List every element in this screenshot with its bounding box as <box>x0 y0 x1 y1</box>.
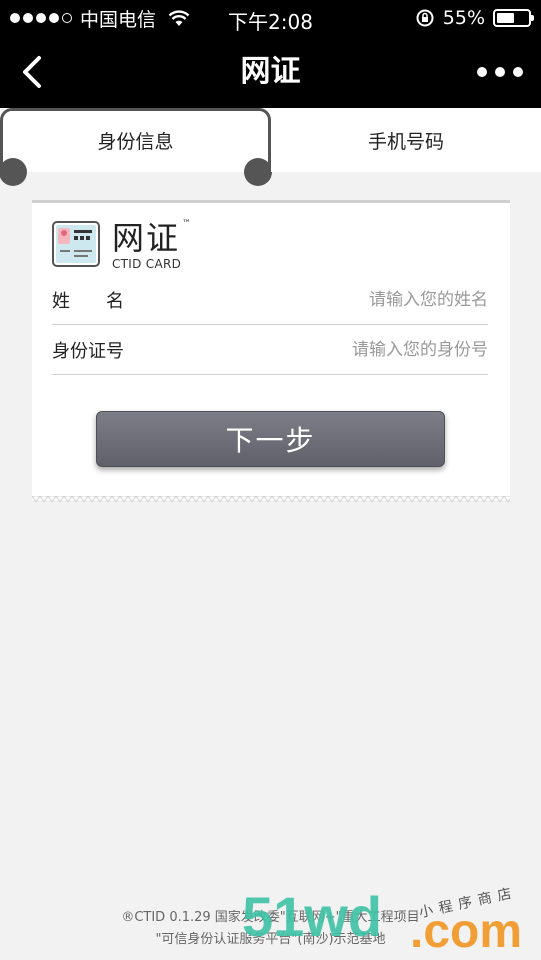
trademark: ™ <box>182 219 191 229</box>
id-card-icon <box>52 221 100 267</box>
ctid-logo: 网证 ™ CTID CARD <box>52 219 191 271</box>
watermark-logo: 51wd 小程序商店 .com <box>242 885 541 960</box>
name-field-row: 姓 名 <box>52 275 488 325</box>
next-step-button[interactable]: 下一步 <box>96 411 445 467</box>
battery-percent: 55% <box>442 7 485 29</box>
tab-bar: 身份信息 手机号码 <box>0 108 541 186</box>
id-number-field-row: 身份证号 <box>52 325 488 375</box>
watermark-tld: .com <box>410 905 523 958</box>
card-zigzag-edge <box>32 496 510 503</box>
back-button[interactable] <box>12 50 52 94</box>
more-dots-icon <box>477 67 487 77</box>
navigation-bar: 网证 <box>0 36 541 108</box>
tab-identity-info[interactable]: 身份信息 <box>0 108 272 186</box>
watermark-main: 51wd <box>242 885 383 948</box>
status-bar: 中国电信 下午2:08 55% <box>0 0 541 36</box>
page-title: 网证 <box>240 54 301 89</box>
brand-title: 网证 <box>112 219 181 257</box>
tab-label: 手机号码 <box>367 130 444 153</box>
chevron-left-icon <box>23 56 41 88</box>
name-label: 姓 名 <box>52 290 124 312</box>
rotation-lock-icon <box>416 9 434 27</box>
tab-label: 身份信息 <box>97 130 174 153</box>
id-number-input[interactable] <box>228 339 488 360</box>
battery-fill <box>497 13 514 23</box>
more-button[interactable] <box>477 58 523 86</box>
brand-subtitle: CTID CARD <box>112 257 182 271</box>
tab-phone-number[interactable]: 手机号码 <box>271 108 541 172</box>
battery-icon <box>493 9 534 27</box>
name-input[interactable] <box>228 289 488 310</box>
id-number-label: 身份证号 <box>52 340 124 362</box>
